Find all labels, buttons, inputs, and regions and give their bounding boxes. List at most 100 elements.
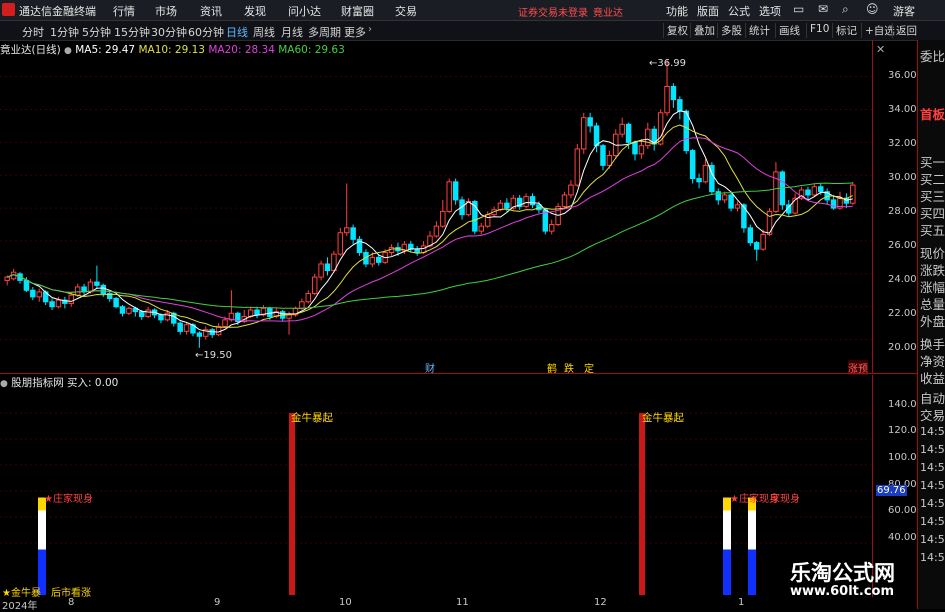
zhuang-bar-blue [748,549,756,595]
period-multi[interactable]: 多周期 [308,24,341,40]
period-tick[interactable]: 分时 [22,24,44,40]
candle-body [311,276,318,295]
panel-trade[interactable]: 交易 [920,405,945,424]
period-30m[interactable]: 30分钟 [151,24,187,40]
menu-wealth[interactable]: 财富圈 [341,3,374,19]
app-title: 通达信金融终端 [19,5,96,18]
ma20-line [7,137,853,322]
period-1m[interactable]: 1分钟 [50,24,79,40]
period-60m[interactable]: 60分钟 [188,24,224,40]
chevron-right-icon[interactable]: › [368,24,372,35]
candle-body [68,294,75,304]
app-logo-icon [2,3,15,16]
candle-body [721,194,728,201]
period-more[interactable]: 更多 [344,24,366,40]
candle-body [100,284,107,295]
mail-icon[interactable]: ✉ [818,2,828,16]
candle-body [440,210,446,227]
candle-body [606,155,613,166]
tool-restore-rights[interactable]: 复权 [663,23,688,38]
candle-body [158,314,164,321]
indicator-settings-icon[interactable]: ● [0,379,8,389]
candle-body [638,145,645,155]
candle-body [286,314,292,319]
candle-body [177,322,183,332]
indicator-tick: 40.00 [888,532,917,543]
candle-body [561,194,568,207]
menu-options[interactable]: 选项 [759,3,781,19]
tool-draw[interactable]: 画线 [775,23,800,38]
candle-body [55,299,62,308]
candle-body [119,306,126,314]
candle-body [811,186,818,196]
menu-ask[interactable]: 问小达 [288,3,321,19]
candle-body [446,181,452,212]
panel-first-board[interactable]: 首板 [920,104,945,123]
period-weekly[interactable]: 周线 [253,24,275,40]
candle-body [299,301,305,309]
candle-body [337,232,344,255]
signal-label-jinniu: 金牛暴起 [291,412,333,424]
candle-body [753,242,760,250]
menu-trade[interactable]: 交易 [395,3,417,19]
guest-label[interactable]: 游客 [893,3,915,19]
tool-f10[interactable]: F10 [806,23,829,38]
search-icon[interactable]: ⌕ [842,2,849,17]
tool-multi-stock[interactable]: 多股 [717,23,742,38]
indicator-chart[interactable] [0,375,872,598]
tool-mark[interactable]: 标记 [832,23,857,38]
menu-formula[interactable]: 公式 [728,3,750,19]
menu-discover[interactable]: 发现 [244,3,266,19]
zhuang-bar-white [748,510,756,550]
ma5-value: MA5: 29.47 [75,44,136,56]
date-tick: 11 [456,597,469,608]
login-warning[interactable]: 证券交易未登录 [518,4,588,19]
panel-weibi: 委比 [920,49,945,64]
tool-stats[interactable]: 统计 [745,23,770,38]
panel-time: 14:5 [920,551,945,564]
candle-body [369,256,376,265]
panel-time: 14:5 [920,479,945,492]
date-axis: 2024年 8 9 10 11 12 1 [0,597,915,612]
ma60-value: MA60: 29.63 [278,44,345,56]
candle-body [87,281,94,293]
candle-body [113,297,119,308]
watermark-url: www.60lt.com [790,584,895,599]
candle-body [343,227,350,234]
tool-add-watchlist[interactable]: +自选 [861,23,895,38]
menu-market[interactable]: 市场 [155,3,177,19]
candle-body [452,181,459,201]
candle-body [568,184,574,196]
user-icon[interactable]: ☺ [866,2,879,16]
menu-news[interactable]: 资讯 [200,3,222,19]
price-tick: 36.00 [888,70,917,81]
period-toolbar: 分时 1分钟 5分钟 15分钟 30分钟 60分钟 日线 周线 月线 多周期 更… [0,21,945,41]
ma-settings-icon[interactable]: ● [64,46,72,56]
candle-body [818,186,824,193]
date-tick: 2024年 [2,601,38,612]
ma5-line [7,110,853,333]
panel-time: 14:5 [920,515,945,528]
candle-body [478,225,484,232]
candle-body [324,263,331,272]
menu-quotes[interactable]: 行情 [113,3,135,19]
candle-body [30,289,36,298]
period-5m[interactable]: 5分钟 [82,24,111,40]
candle-body [696,178,702,183]
tool-overlay[interactable]: 叠加 [690,23,715,38]
ma10-value: MA10: 29.13 [138,44,205,56]
period-15m[interactable]: 15分钟 [114,24,150,40]
menu-function[interactable]: 功能 [666,3,688,19]
period-daily[interactable]: 日线 [226,24,248,40]
candle-body [619,123,625,135]
kline-chart[interactable] [0,40,872,374]
screen-icon[interactable]: ▭ [793,2,804,16]
candle-body [376,256,382,263]
panel-earnings: 收益 [920,371,945,386]
period-monthly[interactable]: 月线 [281,24,303,40]
menu-layout[interactable]: 版面 [697,3,719,19]
tool-back[interactable]: 返回 [892,23,917,38]
signal-label-zhuang: ★庄家现身 [44,494,93,505]
price-tick: 26.00 [888,240,917,251]
pane-divider [0,373,917,374]
